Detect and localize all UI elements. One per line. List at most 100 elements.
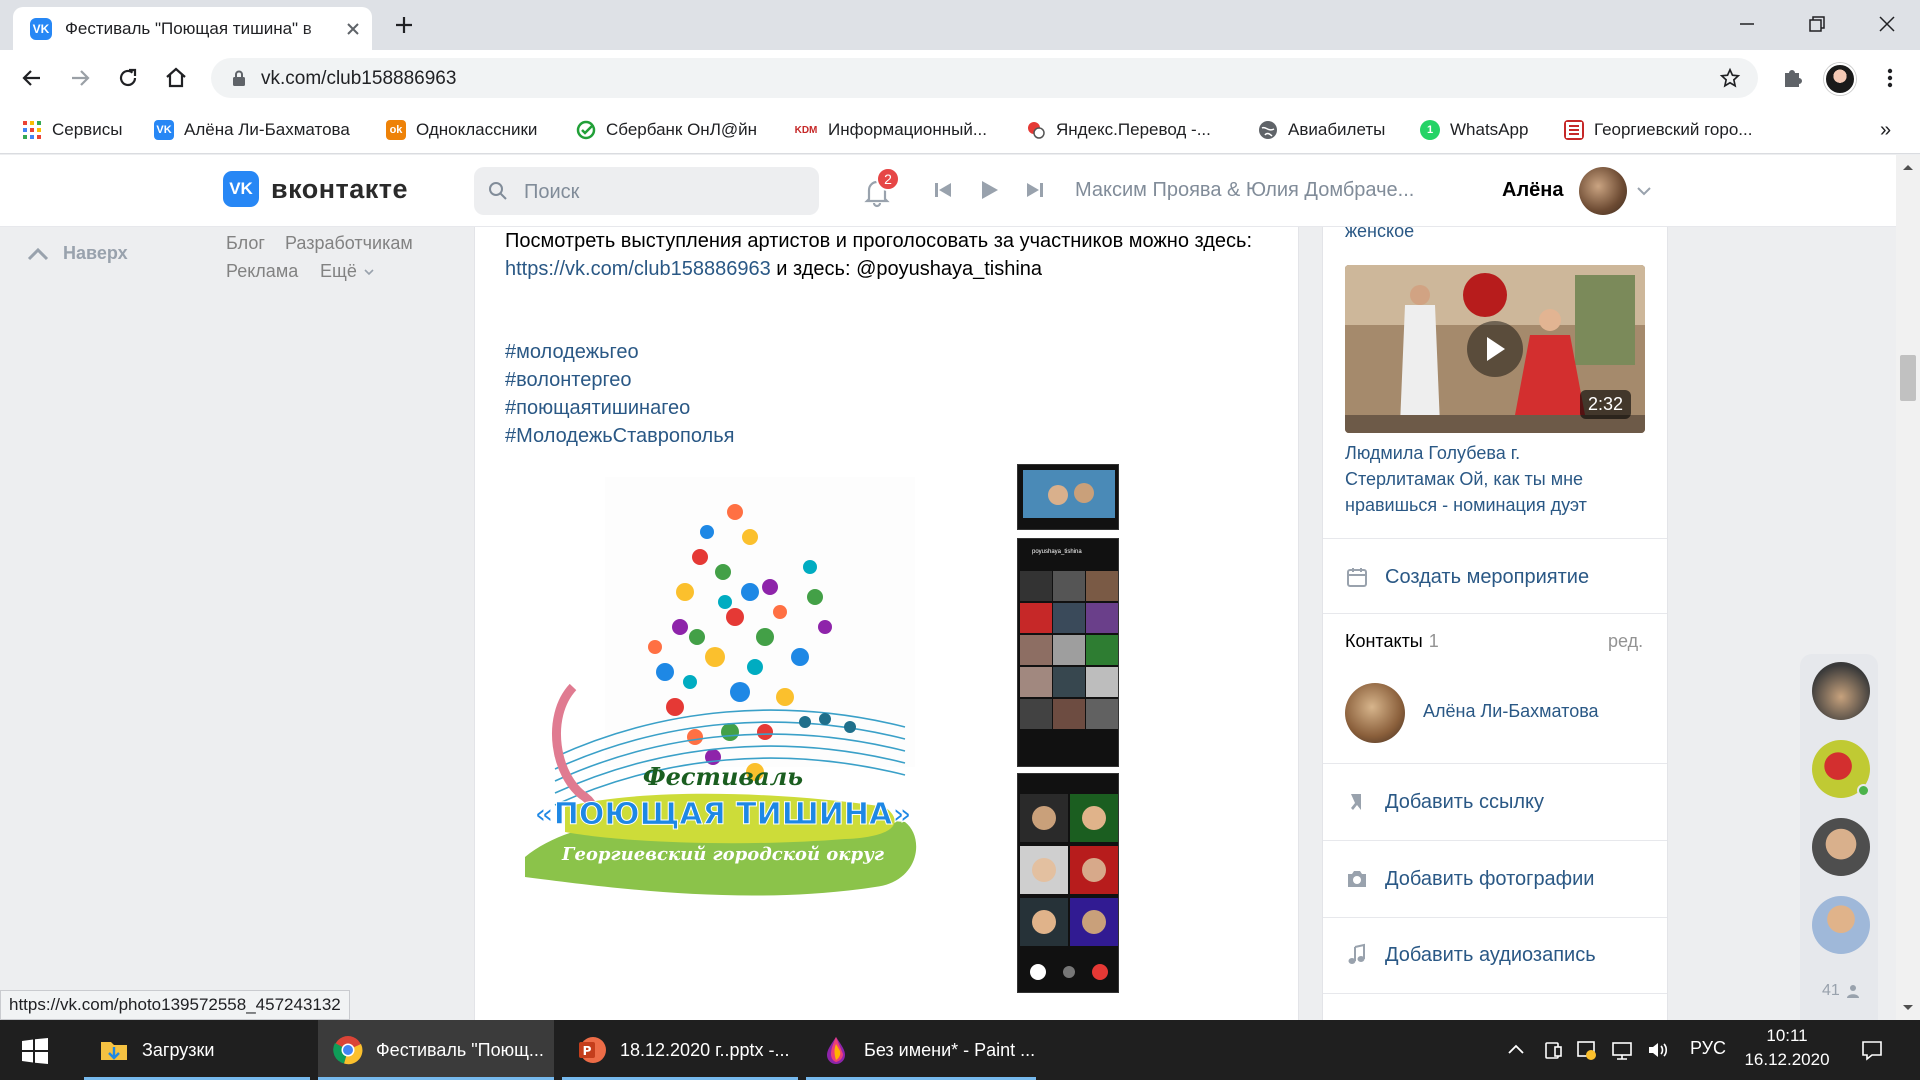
bookmark-yandex-translate[interactable]: Яндекс.Перевод -... bbox=[1026, 118, 1211, 142]
chevron-down-icon[interactable] bbox=[1636, 185, 1652, 197]
user-avatar[interactable] bbox=[1579, 167, 1627, 215]
reload-icon[interactable] bbox=[114, 64, 142, 92]
logo-line1: Фестиваль bbox=[643, 762, 803, 791]
back-arrow-icon[interactable] bbox=[18, 64, 46, 92]
chevron-up-icon bbox=[27, 247, 49, 260]
bookmark-vk-profile[interactable]: VK Алёна Ли-Бахматова bbox=[154, 118, 350, 142]
photo-thumbnail[interactable]: poyushaya_tishina bbox=[1017, 538, 1119, 767]
bookmark-services[interactable]: Сервисы bbox=[22, 118, 122, 142]
hashtag-link[interactable]: #МолодежьСтаврополья bbox=[505, 425, 734, 448]
vk-logo[interactable]: VK вконтакте bbox=[223, 171, 408, 207]
scroll-up-arrow-icon[interactable] bbox=[1896, 159, 1920, 175]
bookmark-avia[interactable]: Авиабилеты bbox=[1258, 118, 1385, 142]
kdm-icon: KDM bbox=[794, 124, 818, 136]
footer-link-ads[interactable]: Реклама bbox=[226, 261, 298, 282]
minimize-window-icon[interactable] bbox=[1735, 12, 1759, 36]
chevron-down-icon bbox=[364, 268, 374, 275]
contacts-header: Контакты 1 bbox=[1345, 631, 1439, 652]
url-text[interactable]: vk.com/club158886963 bbox=[261, 68, 456, 90]
photo-thumbnail[interactable] bbox=[1017, 464, 1119, 530]
chat-avatar[interactable] bbox=[1812, 818, 1870, 876]
add-link-button[interactable]: Добавить ссылку bbox=[1345, 790, 1544, 814]
bookmark-sberbank[interactable]: Сбербанк ОнЛ@йн bbox=[576, 118, 757, 142]
profile-avatar[interactable] bbox=[1824, 63, 1856, 95]
chats-count[interactable]: 41 bbox=[1822, 982, 1860, 1000]
photo-thumbnail[interactable] bbox=[1017, 773, 1119, 993]
device-icon[interactable] bbox=[1541, 1038, 1565, 1062]
bookmark-whatsapp[interactable]: 1 WhatsApp bbox=[1420, 118, 1528, 142]
forward-arrow-icon[interactable] bbox=[66, 64, 94, 92]
scrollbar-thumb[interactable] bbox=[1900, 355, 1916, 401]
browser-tab-strip: VK Фестиваль "Поющая тишина" в bbox=[0, 0, 1920, 50]
restore-window-icon[interactable] bbox=[1805, 12, 1829, 36]
hashtag-link[interactable]: #поющаятишинагео bbox=[505, 397, 690, 420]
play-icon[interactable] bbox=[1467, 321, 1523, 377]
calendar-icon bbox=[1347, 568, 1367, 587]
bookmark-label: Одноклассники bbox=[416, 120, 538, 139]
video-title-line[interactable]: нравишься - номинация дуэт bbox=[1345, 495, 1587, 516]
contact-name[interactable]: Алёна Ли-Бахматова bbox=[1423, 701, 1599, 722]
windows-start-icon[interactable] bbox=[22, 1038, 48, 1064]
bookmark-georgievsk[interactable]: Георгиевский горо... bbox=[1564, 118, 1752, 142]
more-bookmarks-button[interactable]: » bbox=[1880, 118, 1891, 142]
lock-icon[interactable] bbox=[231, 69, 247, 87]
contacts-edit-link[interactable]: ред. bbox=[1608, 631, 1643, 652]
address-bar[interactable]: vk.com/club158886963 bbox=[211, 58, 1758, 98]
festival-logo-image[interactable]: Фестиваль «ПОЮЩАЯ ТИШИНА» Георгиевский г… bbox=[525, 477, 985, 977]
scroll-down-arrow-icon[interactable] bbox=[1896, 1000, 1920, 1016]
browser-toolbar: vk.com/club158886963 bbox=[0, 50, 1920, 106]
add-photos-button[interactable]: Добавить фотографии bbox=[1345, 867, 1594, 891]
bookmark-odnoklassniki[interactable]: ok Одноклассники bbox=[386, 118, 537, 142]
browser-tab[interactable]: VK Фестиваль "Поющая тишина" в bbox=[13, 7, 372, 50]
scroll-to-top-label: Наверх bbox=[63, 243, 128, 263]
video-title-line[interactable]: Стерлитамак Ой, как ты мне bbox=[1345, 469, 1583, 490]
vk-search-input[interactable]: Поиск bbox=[474, 167, 819, 215]
notifications-icon[interactable] bbox=[1860, 1038, 1884, 1062]
home-icon[interactable] bbox=[162, 64, 190, 92]
chat-avatar[interactable] bbox=[1812, 896, 1870, 954]
footer-link-developers[interactable]: Разработчикам bbox=[285, 233, 413, 254]
chat-avatar[interactable] bbox=[1812, 662, 1870, 720]
network-icon[interactable] bbox=[1610, 1038, 1634, 1062]
post-text-line: Посмотреть выступления артистов и прогол… bbox=[505, 230, 1253, 252]
taskbar-item-powerpoint[interactable]: P 18.12.2020 г..pptx -... bbox=[562, 1020, 798, 1080]
previous-track-icon[interactable] bbox=[932, 179, 954, 201]
volume-icon[interactable] bbox=[1646, 1038, 1670, 1062]
chevron-up-icon[interactable] bbox=[1504, 1038, 1528, 1062]
add-audio-button[interactable]: Добавить аудиозапись bbox=[1345, 943, 1596, 967]
network-warning-icon[interactable] bbox=[1574, 1038, 1598, 1062]
user-name[interactable]: Алёна bbox=[1502, 179, 1563, 202]
bookmark-info[interactable]: KDM Информационный... bbox=[794, 118, 987, 142]
bookmark-star-icon[interactable] bbox=[1719, 67, 1741, 89]
taskbar-label: 18.12.2020 г..pptx -... bbox=[620, 1039, 790, 1060]
close-tab-icon[interactable] bbox=[343, 19, 363, 39]
new-tab-icon[interactable] bbox=[392, 13, 416, 37]
video-duration: 2:32 bbox=[1579, 390, 1631, 419]
taskbar-item-chrome[interactable]: Фестиваль "Поющ... bbox=[318, 1020, 554, 1080]
footer-link-blog[interactable]: Блог bbox=[226, 233, 265, 254]
scroll-to-top-button[interactable]: Наверх bbox=[27, 243, 128, 264]
video-title-line[interactable]: Людмила Голубева г. bbox=[1345, 443, 1520, 464]
hashtag-link[interactable]: #волонтергео bbox=[505, 369, 632, 392]
post-text-rest: и здесь: @poyushaya_tishina bbox=[770, 258, 1043, 280]
category-link[interactable]: женское bbox=[1345, 221, 1414, 242]
browser-menu-icon[interactable] bbox=[1876, 64, 1904, 92]
page-scrollbar[interactable] bbox=[1896, 155, 1920, 1020]
extensions-puzzle-icon[interactable] bbox=[1778, 64, 1806, 92]
create-event-button[interactable]: Создать мероприятие bbox=[1345, 565, 1589, 589]
taskbar-item-downloads[interactable]: Загрузки bbox=[84, 1020, 310, 1080]
taskbar-item-paint[interactable]: Без имени* - Paint ... bbox=[806, 1020, 1036, 1080]
next-track-icon[interactable] bbox=[1024, 179, 1046, 201]
language-indicator[interactable]: РУС bbox=[1690, 1038, 1726, 1059]
hashtag-link[interactable]: #молодежьгео bbox=[505, 341, 639, 364]
footer-link-more[interactable]: Ещё bbox=[320, 261, 375, 282]
divider bbox=[1323, 993, 1667, 994]
contact-avatar[interactable] bbox=[1345, 683, 1405, 743]
video-thumbnail[interactable]: 2:32 bbox=[1345, 265, 1645, 433]
folder-icon bbox=[101, 1042, 127, 1060]
post-link[interactable]: https://vk.com/club158886963 bbox=[505, 258, 771, 280]
close-window-icon[interactable] bbox=[1875, 12, 1899, 36]
play-icon[interactable] bbox=[978, 179, 1000, 201]
system-clock[interactable]: 10:11 16.12.2020 bbox=[1740, 1024, 1834, 1072]
now-playing-track[interactable]: Максим Проява & Юлия Домбраче... bbox=[1075, 179, 1414, 202]
